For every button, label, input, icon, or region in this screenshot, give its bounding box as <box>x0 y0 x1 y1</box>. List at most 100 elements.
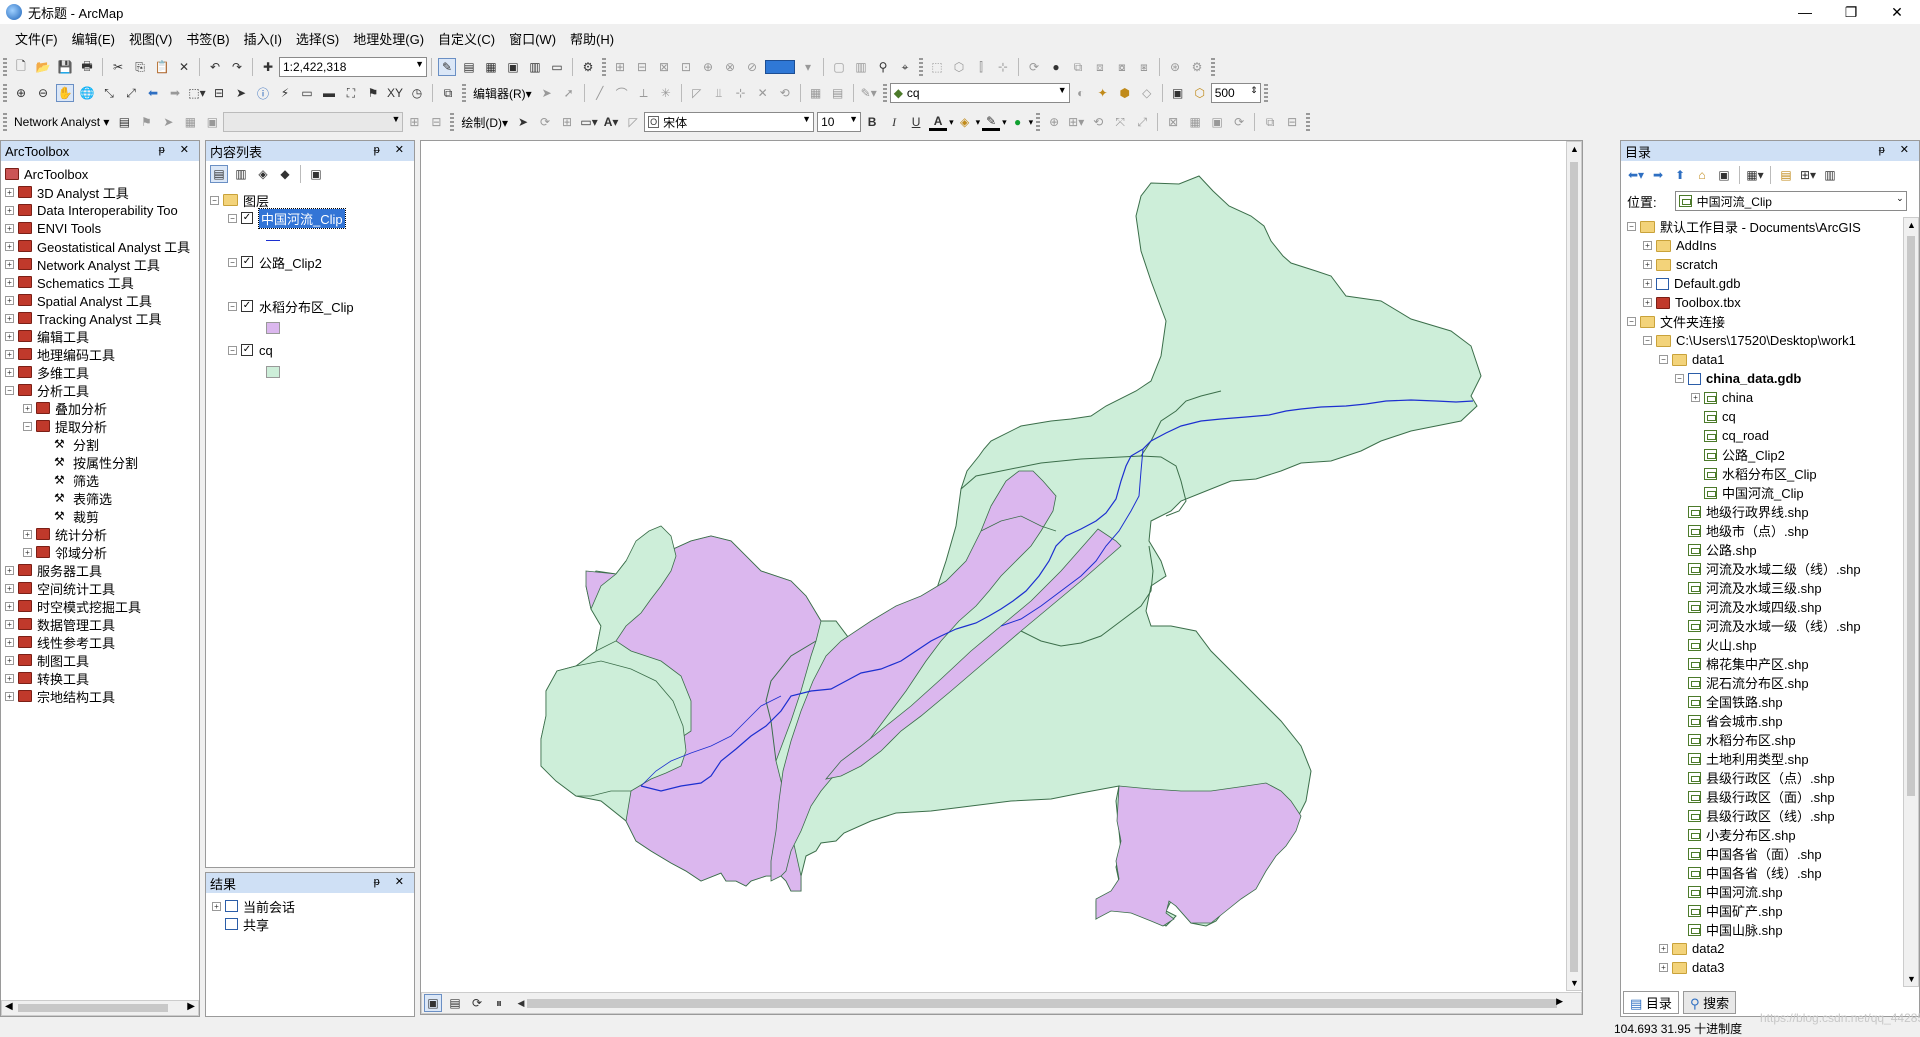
layer-visibility-checkbox[interactable]: ✓ <box>241 300 253 312</box>
refresh-icon[interactable]: ⟳ <box>468 994 486 1012</box>
catalog-item[interactable]: 中国山脉.shp <box>1627 920 1903 939</box>
vertex-icon[interactable]: ⬚ <box>928 58 946 76</box>
tolerance-input[interactable]: 500 ⇕ <box>1210 83 1261 103</box>
scrollbar-thumb[interactable] <box>18 1004 168 1012</box>
fixed-zoom-in-icon[interactable]: ⤡ <box>100 84 118 102</box>
toolbox-root[interactable]: ArcToolbox <box>5 165 197 183</box>
toolbox-item[interactable]: + 宗地结构工具 <box>5 687 197 705</box>
toolbox-item[interactable]: + 空间统计工具 <box>5 579 197 597</box>
catalog-item[interactable]: 县级行政区（点）.shp <box>1627 768 1903 787</box>
cogo-icon[interactable]: ⊛ <box>1166 58 1184 76</box>
toolbox-item[interactable]: + 服务器工具 <box>5 561 197 579</box>
network-identify-icon[interactable]: ⊟ <box>427 113 445 131</box>
scroll-right-icon[interactable]: ▶ <box>1556 996 1563 1007</box>
scroll-up-icon[interactable]: ▲ <box>1907 220 1916 230</box>
catalog-item[interactable]: 县级行政区（面）.shp <box>1627 787 1903 806</box>
editor-toolbar-icon[interactable]: ✎ <box>438 58 456 76</box>
reshape-feature-icon[interactable]: ⫫ <box>710 84 728 102</box>
menu-customize[interactable]: 自定义(C) <box>431 29 502 48</box>
location-combo[interactable]: 中国河流_Clip ⌄ <box>1674 191 1907 211</box>
marker-color-icon[interactable]: ● <box>1009 113 1027 131</box>
edit-annotation-icon[interactable]: ➚ <box>560 84 578 102</box>
expand-icon[interactable]: + <box>212 901 221 911</box>
expand-icon[interactable]: + <box>1643 298 1652 307</box>
catalog-item[interactable]: 地级行政界线.shp <box>1627 502 1903 521</box>
menu-help[interactable]: 帮助(H) <box>563 29 621 48</box>
toolbox-item[interactable]: + Spatial Analyst 工具 <box>5 291 197 309</box>
editor-menu[interactable]: 编辑器(R)▾ <box>473 85 532 102</box>
catalog-window-icon[interactable]: ▦ <box>482 58 500 76</box>
catalog-item[interactable]: 火山.shp <box>1627 635 1903 654</box>
catalog-item[interactable]: cq_road <box>1627 426 1903 445</box>
collapse-icon[interactable]: − <box>228 257 237 267</box>
scroll-down-icon[interactable]: ▼ <box>1907 974 1916 984</box>
shift-icon[interactable]: ⤧ <box>1111 113 1129 131</box>
rotate-icon[interactable]: ⟳ <box>1025 58 1043 76</box>
merge-icon[interactable]: ⧈ <box>1091 58 1109 76</box>
effects-icon[interactable]: ▣ <box>1169 84 1187 102</box>
toolbox-item[interactable]: + 叠加分析 <box>5 399 197 417</box>
expand-icon[interactable]: + <box>5 259 14 269</box>
layer-visibility-checkbox[interactable]: ✓ <box>241 212 253 224</box>
catalog-item[interactable]: 土地利用类型.shp <box>1627 749 1903 768</box>
reshape-icon[interactable]: ⬡ <box>950 58 968 76</box>
maximize-button[interactable]: ❐ <box>1828 0 1874 24</box>
zoom-out-icon[interactable]: ⊖ <box>34 84 52 102</box>
catalog-forward-icon[interactable]: ➡ <box>1649 166 1667 184</box>
attributes-icon[interactable]: ▦ <box>807 84 825 102</box>
catalog-item[interactable]: 中国矿产.shp <box>1627 901 1903 920</box>
full-extent-icon[interactable]: 🌐 <box>78 84 96 102</box>
home-icon[interactable]: ⌂ <box>1693 166 1711 184</box>
expand-icon[interactable]: + <box>1691 393 1700 402</box>
fill-symbol[interactable] <box>266 366 280 378</box>
control-points-icon[interactable]: ⊠ <box>1164 113 1182 131</box>
network-select-icon[interactable]: ➤ <box>159 113 177 131</box>
pan-icon[interactable]: ✋ <box>56 84 74 102</box>
align-icon[interactable]: ⊗ <box>721 58 739 76</box>
scroll-down-icon[interactable]: ▼ <box>1570 978 1579 988</box>
expand-icon[interactable]: + <box>5 637 14 647</box>
toolbox-item[interactable]: + 时空模式挖掘工具 <box>5 597 197 615</box>
toolbox-item[interactable]: ⚒ 裁剪 <box>5 507 197 525</box>
collapse-icon[interactable]: − <box>5 385 14 395</box>
arctoolbox-window-icon[interactable]: ▥ <box>526 58 544 76</box>
toolbox-item[interactable]: + 制图工具 <box>5 651 197 669</box>
map-canvas[interactable] <box>421 141 1583 991</box>
expand-icon[interactable]: + <box>5 205 14 215</box>
trace-icon[interactable]: ⊹ <box>994 58 1012 76</box>
options-icon[interactable]: ▣ <box>307 165 325 183</box>
menu-file[interactable]: 文件(F) <box>8 29 65 48</box>
expand-icon[interactable]: + <box>5 673 14 683</box>
line-color-icon[interactable]: ✎ <box>982 113 1001 131</box>
toolbox-item[interactable]: + Network Analyst 工具 <box>5 255 197 273</box>
forward-icon[interactable]: ➡ <box>166 84 184 102</box>
topology-icon[interactable]: ⊞ <box>611 58 629 76</box>
catalog-item[interactable]: − 文件夹连接 <box>1627 312 1903 331</box>
expand-icon[interactable]: + <box>5 295 14 305</box>
scrollbar-thumb[interactable] <box>1907 236 1915 796</box>
auto-adjust-icon[interactable]: ⊟ <box>1283 113 1301 131</box>
paste-icon[interactable]: 📋 <box>153 58 171 76</box>
settings-gray-icon[interactable]: ⚙ <box>1188 58 1206 76</box>
catalog-item[interactable]: 河流及水域三级.shp <box>1627 578 1903 597</box>
network-window-icon[interactable]: ▤ <box>115 113 133 131</box>
color-swatch-icon[interactable] <box>765 60 795 74</box>
toolbox-item[interactable]: + Schematics 工具 <box>5 273 197 291</box>
network-solve-icon[interactable]: ▦ <box>181 113 199 131</box>
search-window-icon[interactable]: ▣ <box>504 58 522 76</box>
identify-info-icon[interactable]: ⓘ <box>254 84 272 102</box>
collapse-icon[interactable]: − <box>1627 317 1636 326</box>
toggle-contents-icon[interactable]: ⊞▾ <box>1799 166 1817 184</box>
network-dataset-combo[interactable]: ▼ <box>223 112 404 132</box>
shared-item[interactable]: 共享 <box>212 915 295 933</box>
toolbox-item[interactable]: + Tracking Analyst 工具 <box>5 309 197 327</box>
scroll-right-icon[interactable]: ▶ <box>187 1001 195 1012</box>
zoom-graphic-icon[interactable]: ⊞ <box>558 113 576 131</box>
catalog-item[interactable]: 小麦分布区.shp <box>1627 825 1903 844</box>
catalog-item[interactable]: + scratch <box>1627 255 1903 274</box>
catalog-item[interactable]: + data3 <box>1627 958 1903 977</box>
layer-item[interactable]: − ✓ cq <box>210 341 410 359</box>
catalog-back-icon[interactable]: ⬅▾ <box>1627 166 1645 184</box>
fill-color-icon[interactable]: ◈ <box>956 113 974 131</box>
clip-icon[interactable]: ⧆ <box>1135 58 1153 76</box>
